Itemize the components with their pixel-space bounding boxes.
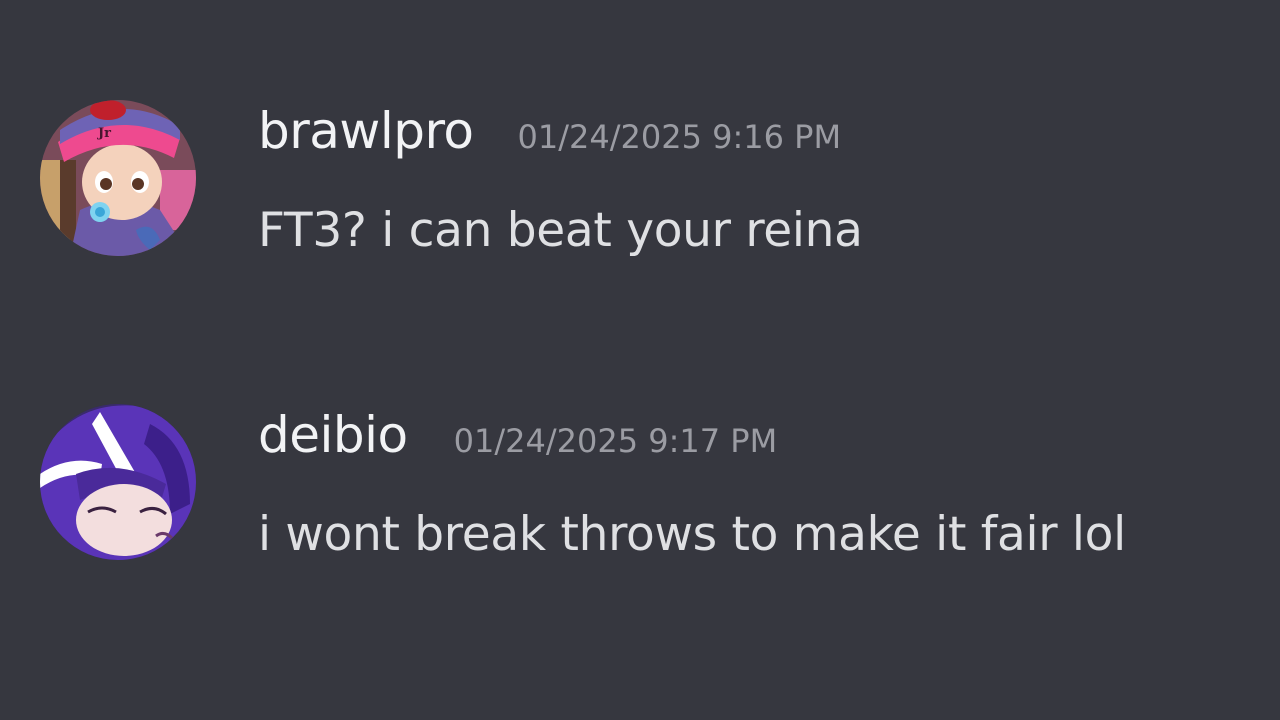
username[interactable]: deibio: [258, 400, 408, 470]
hooded-character-avatar-icon: [40, 404, 196, 560]
message-content: i wont break throws to make it fair lol: [258, 507, 1126, 562]
chat-log: Jr brawlpro 01/24/2025 9:16 PM FT3? i ca…: [0, 0, 1280, 720]
timestamp: 01/24/2025 9:16 PM: [517, 118, 842, 156]
user-avatar[interactable]: [40, 404, 196, 560]
user-avatar[interactable]: Jr: [40, 100, 196, 256]
message-item: Jr brawlpro 01/24/2025 9:16 PM FT3? i ca…: [0, 96, 1280, 266]
message-content: FT3? i can beat your reina: [258, 203, 863, 258]
baby-character-avatar-icon: [40, 100, 196, 256]
username[interactable]: brawlpro: [258, 96, 474, 166]
avatar-hat-text: Jr: [98, 126, 111, 141]
message-header: brawlpro 01/24/2025 9:16 PM: [258, 96, 841, 166]
timestamp: 01/24/2025 9:17 PM: [453, 422, 778, 460]
message-header: deibio 01/24/2025 9:17 PM: [258, 400, 777, 470]
message-item: deibio 01/24/2025 9:17 PM i wont break t…: [0, 400, 1280, 570]
